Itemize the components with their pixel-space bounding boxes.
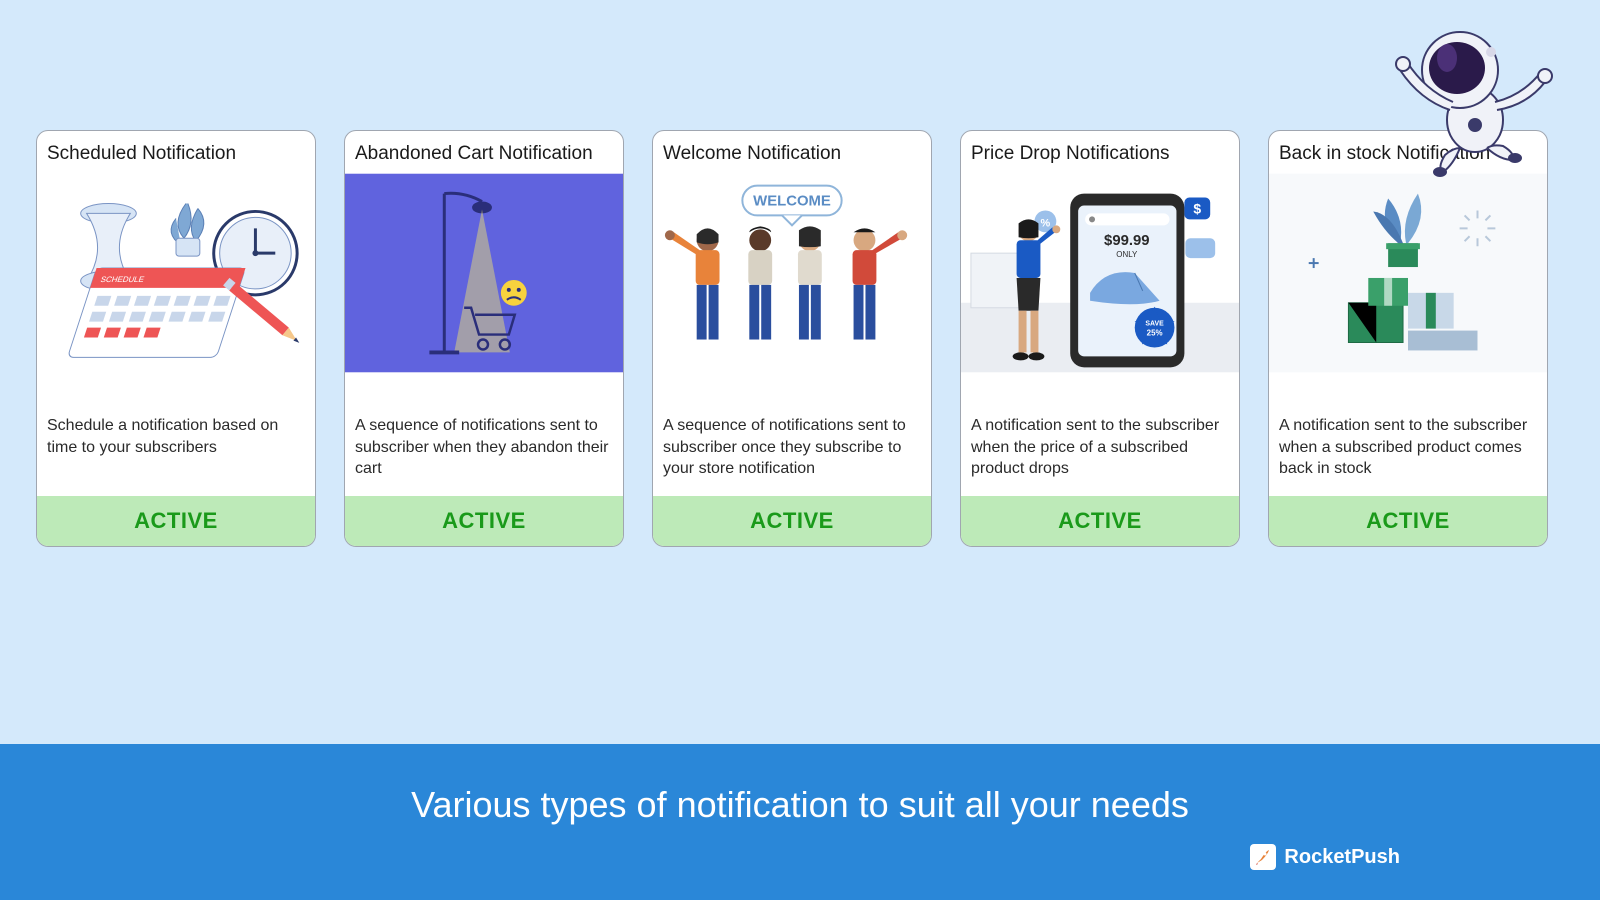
footer-banner: Various types of notification to suit al… bbox=[0, 744, 1600, 900]
card-description: A sequence of notifications sent to subs… bbox=[345, 373, 623, 496]
status-badge: ACTIVE bbox=[961, 496, 1239, 546]
card-price-drop[interactable]: Price Drop Notifications $99.99 ONLY bbox=[960, 130, 1240, 547]
svg-text:$99.99: $99.99 bbox=[1104, 233, 1150, 249]
footer-heading: Various types of notification to suit al… bbox=[0, 784, 1600, 826]
rocket-icon bbox=[1250, 844, 1276, 870]
svg-text:%: % bbox=[1041, 217, 1051, 229]
svg-text:SCHEDULE: SCHEDULE bbox=[99, 275, 146, 284]
svg-text:ONLY: ONLY bbox=[1116, 250, 1138, 259]
scheduled-illustration: SCHEDULE bbox=[37, 173, 315, 373]
card-description: Schedule a notification based on time to… bbox=[37, 373, 315, 496]
card-scheduled[interactable]: Scheduled Notification bbox=[36, 130, 316, 547]
svg-text:SAVE: SAVE bbox=[1145, 321, 1164, 328]
status-badge: ACTIVE bbox=[37, 496, 315, 546]
status-badge: ACTIVE bbox=[345, 496, 623, 546]
pricedrop-illustration: $99.99 ONLY SAVE 25% $ % bbox=[961, 173, 1239, 373]
svg-text:25%: 25% bbox=[1147, 329, 1163, 338]
card-title: Scheduled Notification bbox=[37, 131, 315, 173]
card-description: A sequence of notifications sent to subs… bbox=[653, 373, 931, 496]
card-back-in-stock[interactable]: Back in stock Notification bbox=[1268, 130, 1548, 547]
card-title: Abandoned Cart Notification bbox=[345, 131, 623, 173]
status-badge: ACTIVE bbox=[653, 496, 931, 546]
brand-logo: RocketPush bbox=[1250, 844, 1400, 870]
abandoned-illustration bbox=[345, 173, 623, 373]
svg-text:$: $ bbox=[1193, 200, 1201, 216]
cards-row: Scheduled Notification bbox=[0, 0, 1600, 547]
card-abandoned-cart[interactable]: Abandoned Cart Notification bbox=[344, 130, 624, 547]
welcome-text: WELCOME bbox=[753, 193, 831, 209]
card-description: A notification sent to the subscriber wh… bbox=[961, 373, 1239, 496]
card-description: A notification sent to the subscriber wh… bbox=[1269, 373, 1547, 496]
card-title: Price Drop Notifications bbox=[961, 131, 1239, 173]
card-title: Welcome Notification bbox=[653, 131, 931, 173]
astronaut-mascot bbox=[1365, 10, 1565, 185]
card-welcome[interactable]: Welcome Notification WELCOME bbox=[652, 130, 932, 547]
welcome-illustration: WELCOME bbox=[653, 173, 931, 373]
status-badge: ACTIVE bbox=[1269, 496, 1547, 546]
backinstock-illustration bbox=[1269, 173, 1547, 373]
brand-name: RocketPush bbox=[1284, 846, 1400, 869]
